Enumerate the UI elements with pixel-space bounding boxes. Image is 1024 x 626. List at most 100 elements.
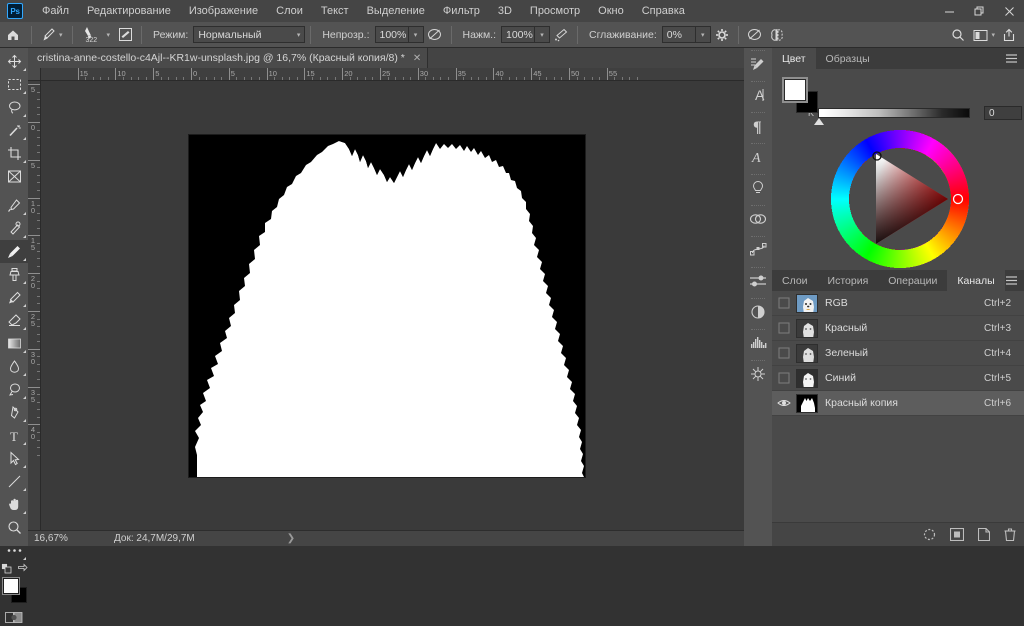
visibility-toggle[interactable] xyxy=(772,291,796,316)
airbrush-icon[interactable] xyxy=(550,24,572,46)
spot-healing-brush-tool[interactable] xyxy=(0,217,28,240)
menu-file[interactable]: Файл xyxy=(33,0,78,22)
minimize-button[interactable] xyxy=(934,0,964,22)
menu-help[interactable]: Справка xyxy=(633,0,694,22)
smoothing-input[interactable]: 0% xyxy=(662,26,696,43)
visibility-toggle[interactable] xyxy=(772,366,796,391)
vertical-ruler[interactable]: 50510152025303540 xyxy=(28,68,41,530)
gradient-tool[interactable] xyxy=(0,332,28,355)
tab-actions[interactable]: Операции xyxy=(878,270,947,291)
flow-input[interactable]: 100% xyxy=(501,26,535,43)
k-slider-value[interactable]: 0 xyxy=(984,106,1022,120)
color-wheel[interactable] xyxy=(829,128,971,270)
menu-window[interactable]: Окно xyxy=(589,0,633,22)
line-tool[interactable] xyxy=(0,470,28,493)
document-canvas[interactable] xyxy=(189,135,585,477)
color-swatches[interactable] xyxy=(0,576,28,608)
tab-layers[interactable]: Слои xyxy=(772,270,818,291)
clone-stamp-tool[interactable] xyxy=(0,263,28,286)
panel-menu-icon[interactable] xyxy=(1005,48,1018,69)
dodge-tool[interactable] xyxy=(0,378,28,401)
document-size-info[interactable]: Док: 24,7M/29,7M xyxy=(104,533,195,544)
menu-edit[interactable]: Редактирование xyxy=(78,0,180,22)
path-selection-tool[interactable] xyxy=(0,447,28,470)
flow-dropdown-icon[interactable]: ▾ xyxy=(535,26,550,43)
default-colors-icon[interactable] xyxy=(1,563,12,574)
brush-panel-icon[interactable] xyxy=(114,24,136,46)
pen-tool[interactable] xyxy=(0,401,28,424)
menu-filter[interactable]: Фильтр xyxy=(434,0,489,22)
load-selection-icon[interactable] xyxy=(923,528,936,541)
canvas-viewport[interactable] xyxy=(41,81,744,530)
visibility-toggle[interactable] xyxy=(772,316,796,341)
color-panel-swatches[interactable] xyxy=(784,79,818,113)
new-channel-icon[interactable] xyxy=(978,528,990,541)
gear-icon[interactable] xyxy=(711,24,733,46)
k-slider-track[interactable] xyxy=(818,108,970,118)
paragraph-panel-icon[interactable]: ¶ xyxy=(744,110,772,141)
save-selection-as-channel-icon[interactable] xyxy=(950,528,964,541)
tab-color[interactable]: Цвет xyxy=(772,48,816,69)
brush-settings-icon[interactable] xyxy=(744,48,772,79)
histogram-icon[interactable] xyxy=(744,327,772,358)
tablet-pressure-icon[interactable] xyxy=(744,24,766,46)
eyedropper-tool[interactable] xyxy=(0,194,28,217)
zoom-level[interactable]: 16,67% xyxy=(28,533,104,544)
history-brush-tool[interactable] xyxy=(0,286,28,309)
foreground-color-swatch[interactable] xyxy=(3,578,19,594)
chevron-down-icon[interactable]: ▾ xyxy=(991,31,995,39)
document-tab[interactable]: cristina-anne-costello-c4Ajl--KR1w-unspl… xyxy=(28,48,428,68)
frame-tool[interactable] xyxy=(0,165,28,188)
horizontal-ruler[interactable]: 151050510152025303540455055 xyxy=(28,68,744,81)
restore-button[interactable] xyxy=(964,0,994,22)
brush-preset-picker[interactable]: ▾ xyxy=(37,27,67,43)
search-icon[interactable] xyxy=(947,24,969,46)
opacity-dropdown-icon[interactable]: ▾ xyxy=(409,26,424,43)
adjustments-icon[interactable] xyxy=(744,265,772,296)
table-row[interactable]: Зеленый Ctrl+4 xyxy=(772,341,1024,366)
ruler-origin[interactable] xyxy=(28,68,41,81)
panel-menu-icon[interactable] xyxy=(1005,270,1018,291)
close-icon[interactable]: ✕ xyxy=(413,53,421,64)
table-row[interactable]: Красный Ctrl+3 xyxy=(772,316,1024,341)
symmetry-butterfly-icon[interactable] xyxy=(766,24,788,46)
paths-icon[interactable] xyxy=(744,234,772,265)
pressure-opacity-icon[interactable] xyxy=(424,24,446,46)
lasso-tool[interactable] xyxy=(0,96,28,119)
opacity-field-group[interactable]: 100% ▾ xyxy=(375,26,424,43)
k-slider-thumb[interactable] xyxy=(814,118,824,125)
table-row[interactable]: Красный копия Ctrl+6 xyxy=(772,391,1024,416)
swap-colors-icon[interactable] xyxy=(17,563,28,574)
visibility-toggle[interactable] xyxy=(772,391,796,416)
status-expand-icon[interactable]: ❯ xyxy=(287,533,295,544)
eraser-tool[interactable] xyxy=(0,309,28,332)
visibility-toggle[interactable] xyxy=(772,341,796,366)
rectangular-marquee-tool[interactable] xyxy=(0,73,28,96)
share-icon[interactable] xyxy=(998,24,1020,46)
type-tool[interactable]: T xyxy=(0,424,28,447)
brush-tool[interactable] xyxy=(0,240,28,263)
menu-image[interactable]: Изображение xyxy=(180,0,267,22)
table-row[interactable]: RGB Ctrl+2 xyxy=(772,291,1024,316)
magic-wand-tool[interactable] xyxy=(0,119,28,142)
menu-3d[interactable]: 3D xyxy=(489,0,521,22)
menu-select[interactable]: Выделение xyxy=(358,0,434,22)
edit-toolbar-tool[interactable] xyxy=(0,539,28,562)
move-tool[interactable] xyxy=(0,50,28,73)
quick-mask-icon[interactable] xyxy=(0,608,28,626)
properties-icon[interactable] xyxy=(744,296,772,327)
tab-swatches[interactable]: Образцы xyxy=(816,48,880,69)
delete-channel-icon[interactable] xyxy=(1004,528,1016,541)
workspace-switcher-icon[interactable] xyxy=(969,24,991,46)
panel-foreground-color-swatch[interactable] xyxy=(784,79,806,101)
libraries-icon[interactable] xyxy=(744,172,772,203)
blend-mode-select[interactable]: Нормальный ▾ xyxy=(193,26,305,43)
character-styles-icon[interactable]: A xyxy=(744,141,772,172)
opacity-input[interactable]: 100% xyxy=(375,26,409,43)
crop-tool[interactable] xyxy=(0,142,28,165)
blur-tool[interactable] xyxy=(0,355,28,378)
menu-view[interactable]: Просмотр xyxy=(521,0,589,22)
menu-layers[interactable]: Слои xyxy=(267,0,312,22)
3d-icon[interactable] xyxy=(744,358,772,389)
flow-field-group[interactable]: 100% ▾ xyxy=(501,26,550,43)
